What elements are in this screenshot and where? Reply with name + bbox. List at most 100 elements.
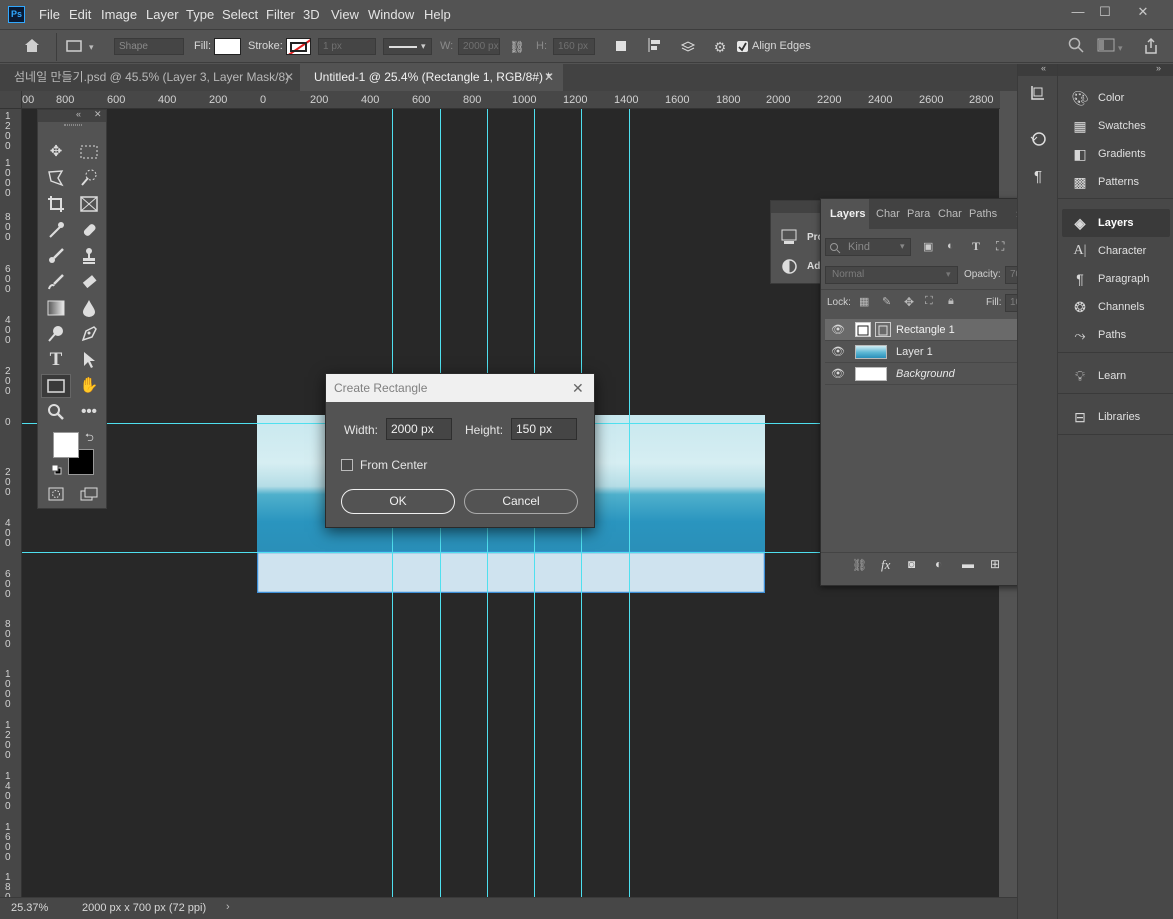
panel-patterns[interactable]: ▩ Patterns xyxy=(1062,168,1170,196)
chevron-right-icon[interactable]: › xyxy=(226,901,230,913)
menu-select[interactable]: Select xyxy=(222,7,258,22)
visibility-eye-icon[interactable]: 👁︎ xyxy=(831,363,845,385)
adjustment-filter-icon[interactable]: ◐ xyxy=(947,240,961,252)
frame-tool-icon[interactable] xyxy=(76,192,102,216)
menu-layer[interactable]: Layer xyxy=(146,7,179,22)
shape-filter-icon[interactable]: ⛶ xyxy=(996,239,1010,254)
clone-stamp-tool-icon[interactable] xyxy=(76,244,102,268)
home-icon[interactable] xyxy=(22,37,42,57)
link-icon[interactable]: ⛓ xyxy=(507,37,527,57)
lock-position-icon[interactable]: ✥ xyxy=(904,295,914,309)
guide-line[interactable] xyxy=(629,109,630,897)
fx-icon[interactable]: fx xyxy=(881,557,890,573)
search-icon[interactable] xyxy=(1066,37,1086,57)
menu-file[interactable]: File xyxy=(39,7,60,22)
tab-paths[interactable]: Paths xyxy=(969,199,997,229)
share-icon[interactable] xyxy=(1141,37,1161,57)
grip[interactable] xyxy=(64,124,82,126)
panel-gradients[interactable]: ◧ Gradients xyxy=(1062,140,1170,168)
panel-header[interactable] xyxy=(771,201,821,213)
pixel-filter-icon[interactable]: ▣ xyxy=(923,240,937,253)
close-tab-icon[interactable]: ✕ xyxy=(284,64,294,90)
pen-tool-icon[interactable] xyxy=(76,322,102,346)
panel-color[interactable]: 🎨︎ Color xyxy=(1062,84,1170,112)
width-field[interactable]: 2000 px xyxy=(458,38,500,55)
panel-learn[interactable]: 💡︎ Learn xyxy=(1062,362,1170,390)
layer-name[interactable]: Layer 1 xyxy=(896,341,933,363)
tab-layers[interactable]: Layers xyxy=(821,199,869,229)
visibility-eye-icon[interactable]: 👁︎ xyxy=(831,341,845,363)
panel-paragraph[interactable]: ¶ Paragraph xyxy=(1062,265,1170,293)
layer-name[interactable]: Background xyxy=(896,363,955,385)
panel-channels[interactable]: ❂ Channels xyxy=(1062,293,1170,321)
maximize-icon[interactable]: ☐ xyxy=(1093,3,1117,21)
lock-transparent-icon[interactable]: ▦ xyxy=(859,295,869,308)
panel-swatches[interactable]: ▦ Swatches xyxy=(1062,112,1170,140)
tab-untitled-1[interactable]: Untitled-1 @ 25.4% (Rectangle 1, RGB/8#)… xyxy=(300,64,563,91)
dock-header[interactable]: « xyxy=(1018,63,1057,76)
workspace-icon[interactable] xyxy=(1096,37,1116,57)
from-center-checkbox[interactable] xyxy=(341,459,353,471)
history-icon[interactable] xyxy=(1029,84,1047,102)
menu-help[interactable]: Help xyxy=(424,7,451,22)
marquee-tool-icon[interactable] xyxy=(76,140,102,164)
tab-channels[interactable]: Char xyxy=(938,199,963,229)
fill-swatch[interactable] xyxy=(214,38,241,55)
menu-window[interactable]: Window xyxy=(368,7,414,22)
brush-tool-icon[interactable] xyxy=(43,244,69,268)
align-edges-checkbox[interactable] xyxy=(737,41,748,52)
close-tab-icon[interactable]: ✕ xyxy=(544,64,554,90)
chevron-down-icon[interactable]: ▾ xyxy=(89,42,94,53)
type-filter-icon[interactable]: T xyxy=(972,239,986,254)
dodge-tool-icon[interactable] xyxy=(43,322,69,346)
swap-colors-icon[interactable]: ⮌ xyxy=(85,429,94,448)
path-alignment-icon[interactable] xyxy=(645,37,665,57)
height-input[interactable]: 150 px xyxy=(511,418,577,440)
adjustment-layer-icon[interactable]: ◐ xyxy=(935,557,942,571)
lock-artboard-icon[interactable]: ⛶ xyxy=(925,295,933,308)
ruler-corner[interactable] xyxy=(0,91,22,109)
close-icon[interactable]: ✕ xyxy=(572,374,584,402)
healing-brush-tool-icon[interactable] xyxy=(76,218,102,242)
horizontal-ruler[interactable]: 00 800 600 400 200 0 200 400 600 800 100… xyxy=(22,91,1000,109)
crop-tool-icon[interactable] xyxy=(43,192,69,216)
layer-row-background[interactable]: 👁︎ Background 🔒︎ xyxy=(825,363,1041,385)
zoom-tool-icon[interactable] xyxy=(43,400,69,424)
more-tools-icon[interactable]: ••• xyxy=(76,400,102,424)
path-arrangement-icon[interactable] xyxy=(678,37,698,57)
lock-image-icon[interactable]: ✎ xyxy=(882,295,891,308)
from-center-label[interactable]: From Center xyxy=(360,458,427,472)
adjustments-icon[interactable] xyxy=(782,259,797,274)
panel-layers[interactable]: ◈ Layers xyxy=(1062,209,1170,237)
add-mask-icon[interactable]: ◙ xyxy=(908,557,915,571)
rectangle-tool-icon[interactable] xyxy=(41,374,71,398)
close-icon[interactable]: ✕ xyxy=(1131,3,1155,21)
tab-paragraph[interactable]: Para xyxy=(907,199,934,229)
path-selection-tool-icon[interactable] xyxy=(76,348,102,372)
menu-edit[interactable]: Edit xyxy=(69,7,91,22)
panel-libraries[interactable]: ⊟ Libraries xyxy=(1062,403,1170,431)
link-layers-icon[interactable]: ⛓ xyxy=(852,558,867,572)
move-tool-icon[interactable]: ✥ xyxy=(43,140,69,164)
dialog-title-bar[interactable]: Create Rectangle ✕ xyxy=(326,374,594,402)
menu-view[interactable]: View xyxy=(331,7,359,22)
hand-tool-icon[interactable]: ✋ xyxy=(76,374,102,398)
gear-icon[interactable]: ⚙ xyxy=(710,37,730,57)
zoom-level[interactable]: 25.37% xyxy=(11,902,48,914)
visibility-eye-icon[interactable]: 👁︎ xyxy=(831,319,845,341)
history-brush-tool-icon[interactable] xyxy=(43,270,69,294)
history-panel-icon[interactable] xyxy=(1029,129,1047,147)
blend-mode-select[interactable]: Normal ▾ xyxy=(825,266,958,284)
blur-tool-icon[interactable] xyxy=(76,296,102,320)
layer-row-layer-1[interactable]: 👁︎ Layer 1 xyxy=(825,341,1041,363)
filter-kind-select[interactable]: Kind ▾ xyxy=(825,238,911,256)
paragraph-icon[interactable]: ¶ xyxy=(1029,168,1047,186)
layer-row-rectangle-1[interactable]: 👁︎ Rectangle 1 xyxy=(825,319,1041,341)
type-tool-icon[interactable]: T xyxy=(43,348,69,372)
tab-thumbnail-psd[interactable]: 섬네일 만들기.psd @ 45.5% (Layer 3, Layer Mask… xyxy=(0,64,300,91)
tab-character[interactable]: Char xyxy=(876,199,903,229)
properties-icon[interactable] xyxy=(781,229,797,245)
stroke-type-select[interactable]: ▾ xyxy=(383,38,432,55)
ok-button[interactable]: OK xyxy=(341,489,455,514)
panel-character[interactable]: A| Character xyxy=(1062,237,1170,265)
